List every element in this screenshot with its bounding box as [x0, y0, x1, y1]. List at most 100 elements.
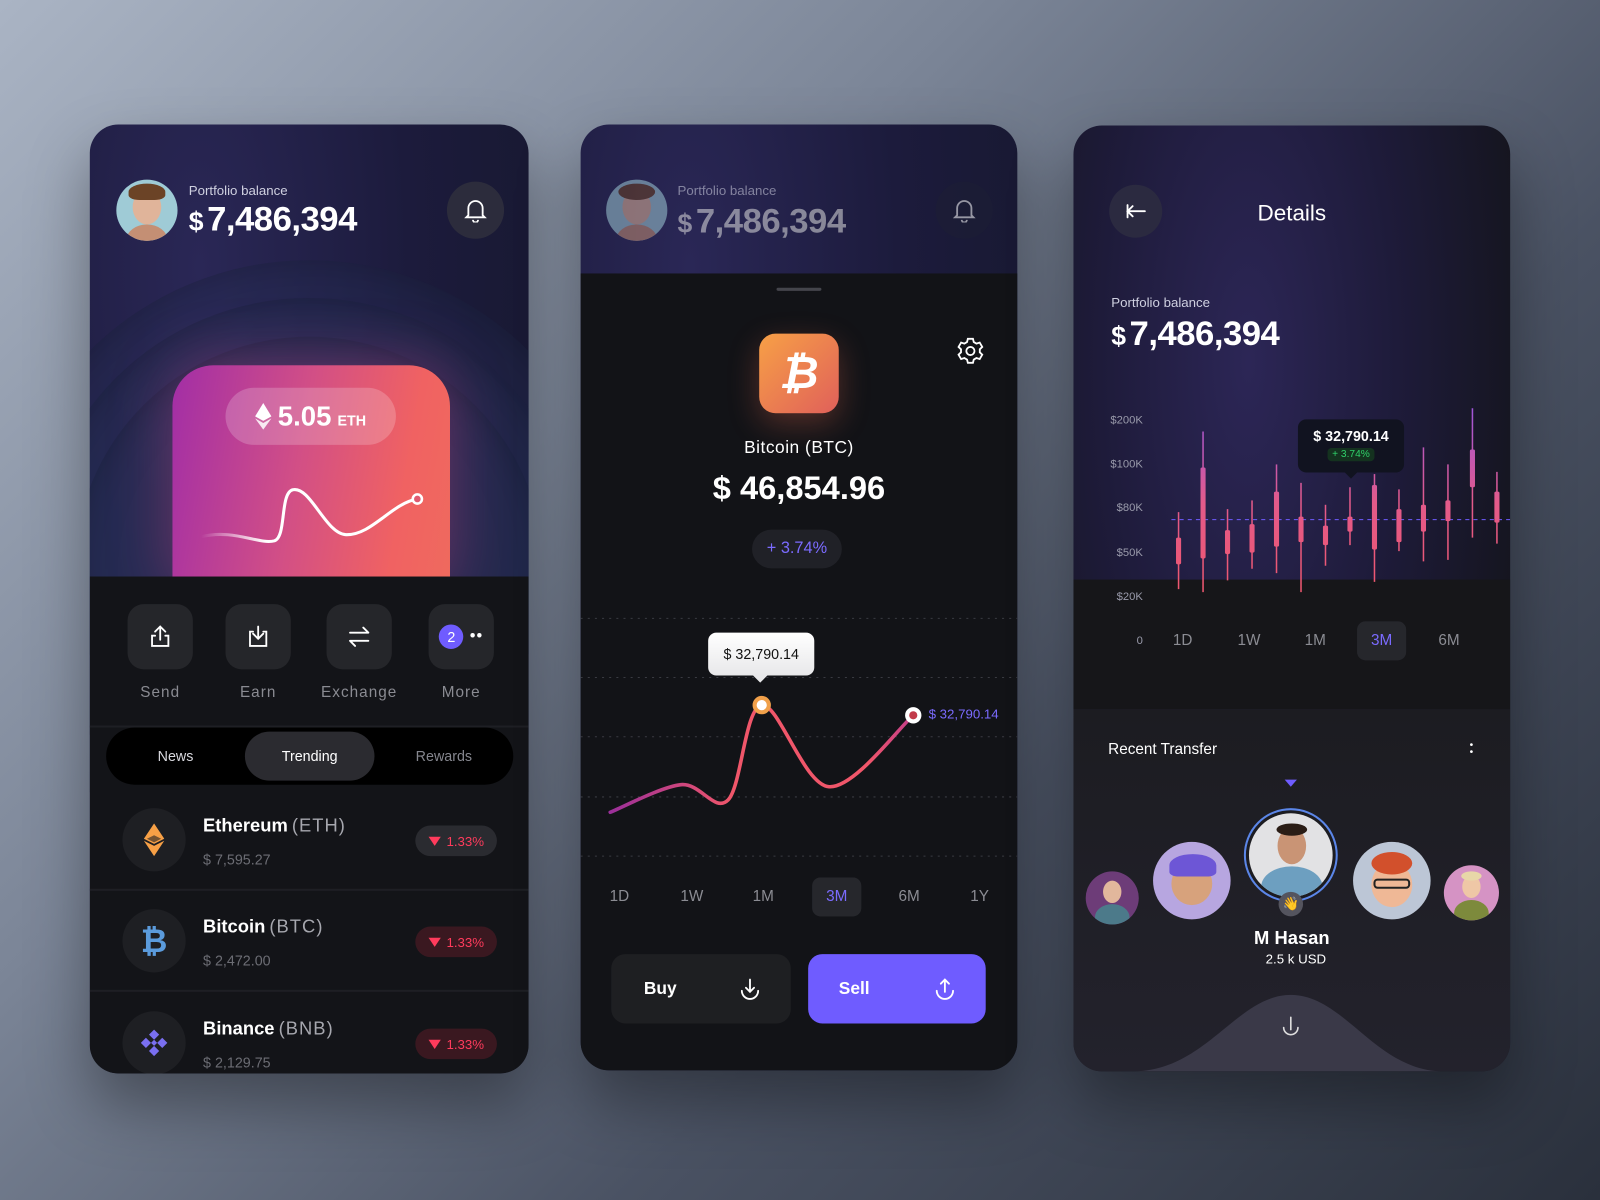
recent-transfer-title: Recent Transfer	[1108, 740, 1218, 759]
candle-body[interactable]	[1371, 485, 1378, 550]
timeframe-1w[interactable]: 1W	[667, 878, 716, 917]
portfolio-balance: $7,486,394	[188, 199, 358, 240]
wave-emoji-icon: 👋	[1278, 891, 1304, 917]
coin-price: $ 46,854.96	[712, 469, 886, 507]
portfolio-label: Portfolio balance	[677, 182, 777, 198]
timeframe-1d[interactable]: 1D	[1158, 621, 1207, 660]
coin-price: $ 2,129.75	[203, 1054, 271, 1071]
candle-body[interactable]	[1445, 500, 1451, 522]
swap-arrows-icon	[349, 626, 370, 647]
candle-body[interactable]	[1224, 530, 1231, 555]
candle-body[interactable]	[1347, 516, 1353, 532]
timeframe-1m[interactable]: 1M	[739, 878, 788, 917]
candlestick-chart	[1171, 408, 1511, 593]
upload-arrow-icon	[935, 978, 954, 1000]
change-badge: 1.33%	[415, 926, 497, 958]
gear-icon	[957, 337, 984, 364]
candle-body[interactable]	[1298, 516, 1304, 543]
portfolio-label: Portfolio balance	[188, 182, 288, 198]
timeframe-6m[interactable]: 6M	[1424, 621, 1473, 660]
buy-label: Buy	[643, 978, 677, 998]
eth-card[interactable]: 5.05 ETH	[172, 365, 450, 590]
notifications-button[interactable]	[446, 181, 505, 239]
candle-body[interactable]	[1176, 537, 1182, 565]
timeframe-1y[interactable]: 1Y	[955, 878, 1004, 917]
coin-price: $ 2,472.00	[203, 952, 271, 969]
sell-button[interactable]: Sell	[808, 954, 986, 1024]
more-label: More	[441, 683, 481, 702]
currency-symbol: $	[188, 206, 204, 237]
coin-row-bitcoin[interactable]: ₿ Bitcoin (BTC) $ 2,472.00 1.33%	[89, 892, 529, 992]
change-pill: + 3.74%	[752, 529, 842, 569]
drag-handle[interactable]	[776, 287, 822, 291]
more-dots-icon: ••	[469, 627, 484, 645]
tab-rewards[interactable]: Rewards	[379, 732, 510, 781]
balance-value: 7,486,394	[207, 199, 357, 239]
settings-button[interactable]	[954, 335, 987, 368]
more-badge: 2	[439, 624, 464, 649]
timeframe-1m[interactable]: 1M	[1291, 621, 1340, 660]
candle-body[interactable]	[1249, 524, 1255, 553]
candle-tooltip: $ 32,790.14 + 3.74%	[1297, 419, 1405, 479]
upload-share-icon	[151, 625, 170, 647]
chart-tooltip: $ 32,790.14	[708, 632, 815, 683]
candle-body[interactable]	[1494, 491, 1500, 523]
timeframe-3m[interactable]: 3M	[812, 877, 862, 917]
timeframe-1d[interactable]: 1D	[595, 878, 644, 917]
selected-contact-avatar[interactable]	[1243, 808, 1338, 903]
buy-button[interactable]: Buy	[611, 954, 791, 1024]
feed-tabs: News Trending Rewards	[106, 727, 514, 785]
timeframe-1w[interactable]: 1W	[1224, 621, 1273, 660]
ethereum-icon	[122, 808, 186, 872]
bell-icon	[464, 200, 487, 223]
eth-sparkline	[199, 488, 424, 544]
send-button[interactable]	[127, 604, 193, 670]
coin-row-ethereum[interactable]: Ethereum (ETH) $ 7,595.27 1.33%	[89, 791, 529, 891]
candle-body[interactable]	[1420, 504, 1427, 532]
coin-detail-screen: Portfolio balance $7,486,394 ₿ Bitcoin (…	[580, 124, 1018, 1071]
coin-row-binance[interactable]: Binance (BNB) $ 2,129.75 1.33%	[90, 994, 529, 1074]
selected-contact-amount: 2.5 k USD	[1265, 951, 1327, 967]
receive-button[interactable]	[1279, 1014, 1303, 1038]
user-avatar[interactable]	[116, 179, 178, 241]
candle-body[interactable]	[1396, 509, 1402, 543]
y-tick: 0	[1136, 634, 1143, 647]
selected-indicator-icon	[1284, 779, 1297, 787]
download-arrow-icon	[1282, 1016, 1299, 1036]
bitcoin-icon: ₿	[122, 909, 186, 973]
details-screen: Details Portfolio balance $7,486,394 $20…	[1073, 125, 1511, 1072]
timeframe-6m[interactable]: 6M	[885, 878, 934, 917]
contact-avatar[interactable]	[1153, 841, 1231, 920]
tab-news[interactable]: News	[110, 732, 241, 781]
sell-label: Sell	[838, 978, 870, 998]
exchange-button[interactable]	[326, 604, 392, 670]
timeframe-3m[interactable]: 3M	[1357, 621, 1407, 661]
portfolio-balance: $7,486,394	[677, 202, 847, 241]
contact-avatar[interactable]	[1353, 841, 1431, 920]
contact-avatar[interactable]	[1085, 871, 1139, 925]
earn-button[interactable]	[225, 604, 291, 670]
tooltip-price: $ 32,790.14	[1313, 427, 1389, 444]
bell-icon	[953, 200, 976, 223]
user-avatar	[606, 179, 668, 241]
candle-body[interactable]	[1469, 449, 1475, 488]
coin-price: $ 7,595.27	[203, 851, 271, 868]
candle-body[interactable]	[1273, 491, 1280, 547]
candle-body[interactable]	[1200, 467, 1206, 559]
contact-avatar[interactable]	[1443, 865, 1499, 921]
kebab-menu-icon[interactable]: • •	[1467, 740, 1475, 757]
binance-icon	[122, 1011, 186, 1074]
change-badge: 1.33%	[415, 1028, 497, 1060]
candle-body[interactable]	[1322, 525, 1329, 546]
home-screen: Portfolio balance $7,486,394 5.05 ETH 2 …	[89, 124, 529, 1074]
price-line	[608, 703, 916, 815]
stage: Portfolio balance $7,486,394 5.05 ETH 2 …	[0, 0, 1600, 1200]
more-button[interactable]: 2 ••	[428, 604, 494, 670]
dimmed-header: Portfolio balance $7,486,394	[581, 124, 1018, 273]
highlight-point[interactable]	[752, 695, 771, 715]
tab-trending[interactable]: Trending	[244, 731, 375, 781]
down-triangle-icon	[428, 1039, 441, 1049]
down-triangle-icon	[428, 836, 441, 846]
notifications-button	[935, 181, 993, 239]
end-price-label: $ 32,790.14	[928, 706, 999, 722]
